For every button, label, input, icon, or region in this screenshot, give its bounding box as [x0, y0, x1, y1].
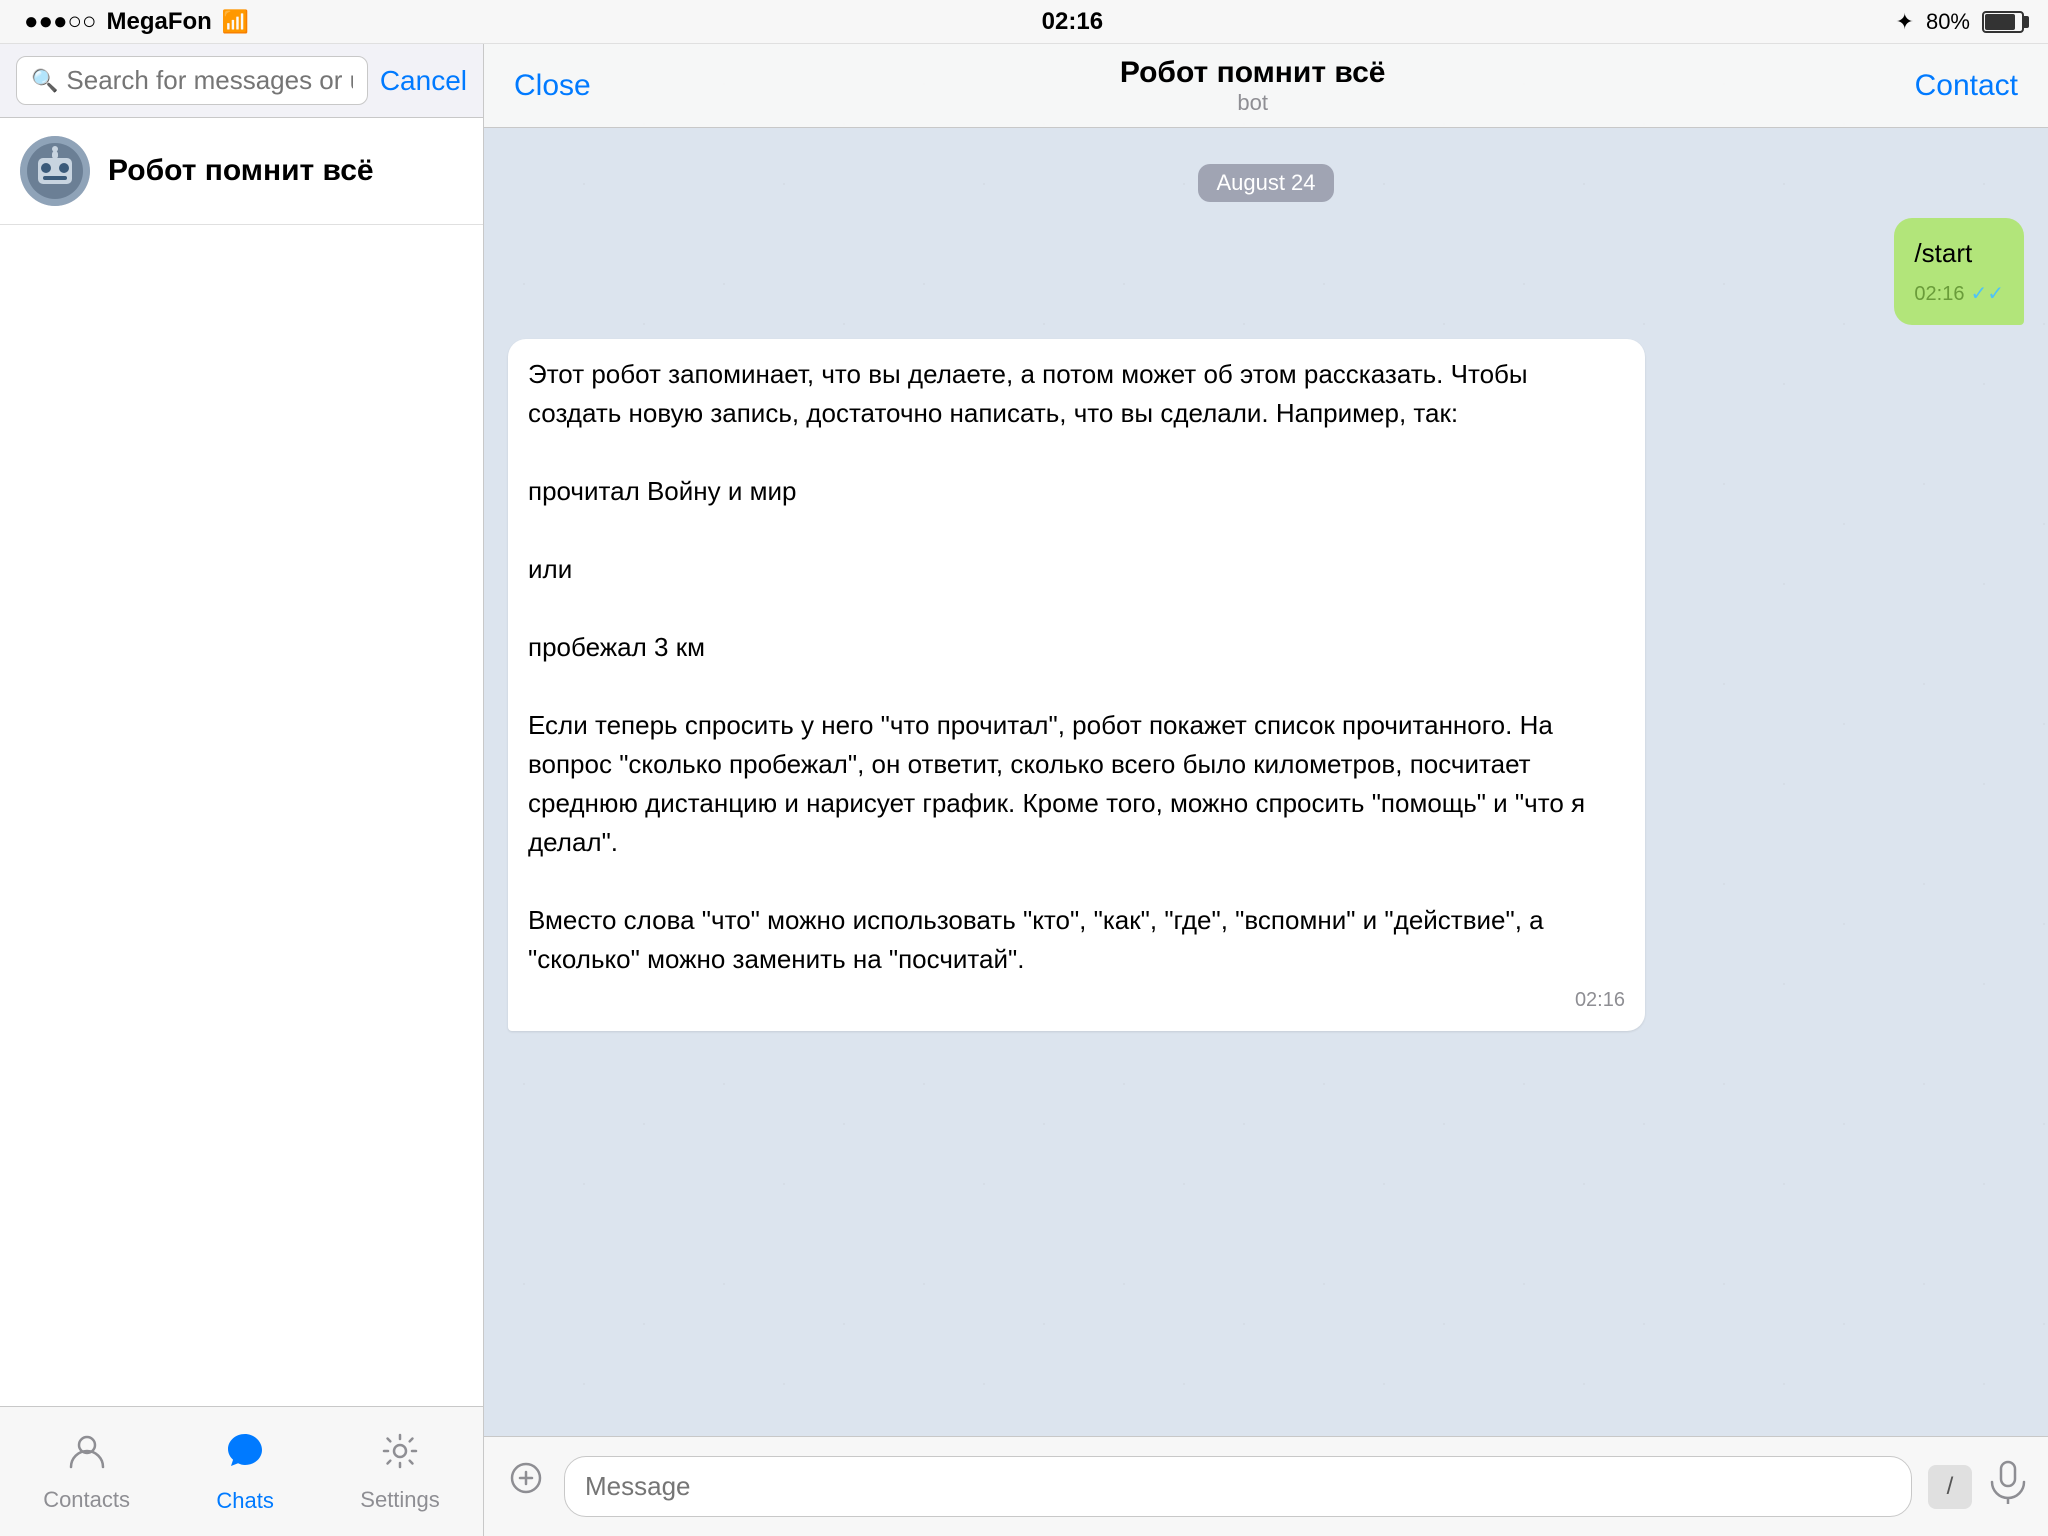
message-row-outgoing: /start 02:16 ✓✓	[508, 218, 2024, 325]
search-bar: 🔍 Cancel	[0, 44, 483, 118]
tab-contacts[interactable]: Contacts	[23, 1421, 150, 1523]
battery-percent: 80%	[1926, 9, 1970, 35]
status-right: ✦ 80%	[1896, 9, 2024, 35]
tab-settings-label: Settings	[360, 1487, 440, 1513]
settings-icon	[380, 1431, 420, 1481]
messages-area: August 24 /start 02:16 ✓✓ Этот робот зап…	[484, 128, 2048, 1436]
main-content: 🔍 Cancel	[0, 44, 2048, 1536]
right-panel: Close Робот помнит всё bot Contact Augus…	[484, 44, 2048, 1536]
contacts-icon	[67, 1431, 107, 1481]
message-text-incoming: Этот робот запоминает, что вы делаете, а…	[528, 355, 1625, 979]
message-bubble-incoming: Этот робот запоминает, что вы делаете, а…	[508, 339, 1645, 1031]
chat-header-subtitle: bot	[1120, 90, 1386, 116]
bluetooth-icon: ✦	[1896, 9, 1914, 35]
message-row-incoming: Этот робот запоминает, что вы делаете, а…	[508, 339, 2024, 1031]
message-meta: 02:16 ✓✓	[1914, 279, 2004, 309]
status-carrier: ●●●○○ MegaFon 📶	[24, 8, 249, 36]
left-panel: 🔍 Cancel	[0, 44, 484, 1536]
chat-item-info: Робот помнит всё	[108, 154, 463, 188]
carrier-name: MegaFon	[106, 8, 211, 36]
tab-contacts-label: Contacts	[43, 1487, 130, 1513]
chat-list: Робот помнит всё	[0, 118, 483, 1406]
message-time: 02:16	[1914, 279, 1964, 309]
battery-icon	[1982, 11, 2024, 33]
search-input[interactable]	[66, 65, 352, 96]
slash-button[interactable]: /	[1928, 1465, 1972, 1509]
tab-chats-label: Chats	[216, 1488, 273, 1514]
tab-settings[interactable]: Settings	[340, 1421, 460, 1523]
chat-header: Close Робот помнит всё bot Contact	[484, 44, 2048, 128]
wifi-icon: 📶	[222, 9, 249, 35]
date-separator: August 24	[508, 164, 2024, 202]
tab-bar: Contacts Chats Settings	[0, 1406, 483, 1536]
contact-button[interactable]: Contact	[1915, 69, 2018, 103]
chat-header-info: Робот помнит всё bot	[1120, 56, 1386, 116]
search-input-wrapper[interactable]: 🔍	[16, 56, 368, 105]
close-button[interactable]: Close	[514, 69, 591, 103]
date-badge: August 24	[1198, 164, 1333, 202]
avatar	[20, 136, 90, 206]
status-bar: ●●●○○ MegaFon 📶 02:16 ✦ 80%	[0, 0, 2048, 44]
signal-dots: ●●●○○	[24, 8, 96, 36]
chats-icon	[224, 1430, 266, 1482]
message-bubble-outgoing: /start 02:16 ✓✓	[1894, 218, 2024, 325]
chat-item-name: Робот помнит всё	[108, 154, 463, 188]
status-time: 02:16	[1042, 8, 1103, 36]
chat-header-name: Робот помнит всё	[1120, 56, 1386, 90]
search-icon: 🔍	[31, 68, 58, 94]
cancel-button[interactable]: Cancel	[380, 65, 467, 97]
mic-button[interactable]	[1988, 1460, 2028, 1514]
chat-list-item[interactable]: Робот помнит всё	[0, 118, 483, 225]
message-text: /start	[1914, 238, 1972, 268]
read-ticks: ✓✓	[1970, 279, 2004, 309]
message-time-incoming: 02:16	[1575, 985, 1625, 1015]
message-meta-incoming: 02:16	[528, 985, 1625, 1015]
message-input[interactable]	[564, 1456, 1912, 1517]
tab-chats[interactable]: Chats	[196, 1420, 293, 1524]
message-input-bar: /	[484, 1436, 2048, 1536]
attach-button[interactable]	[504, 1460, 548, 1514]
